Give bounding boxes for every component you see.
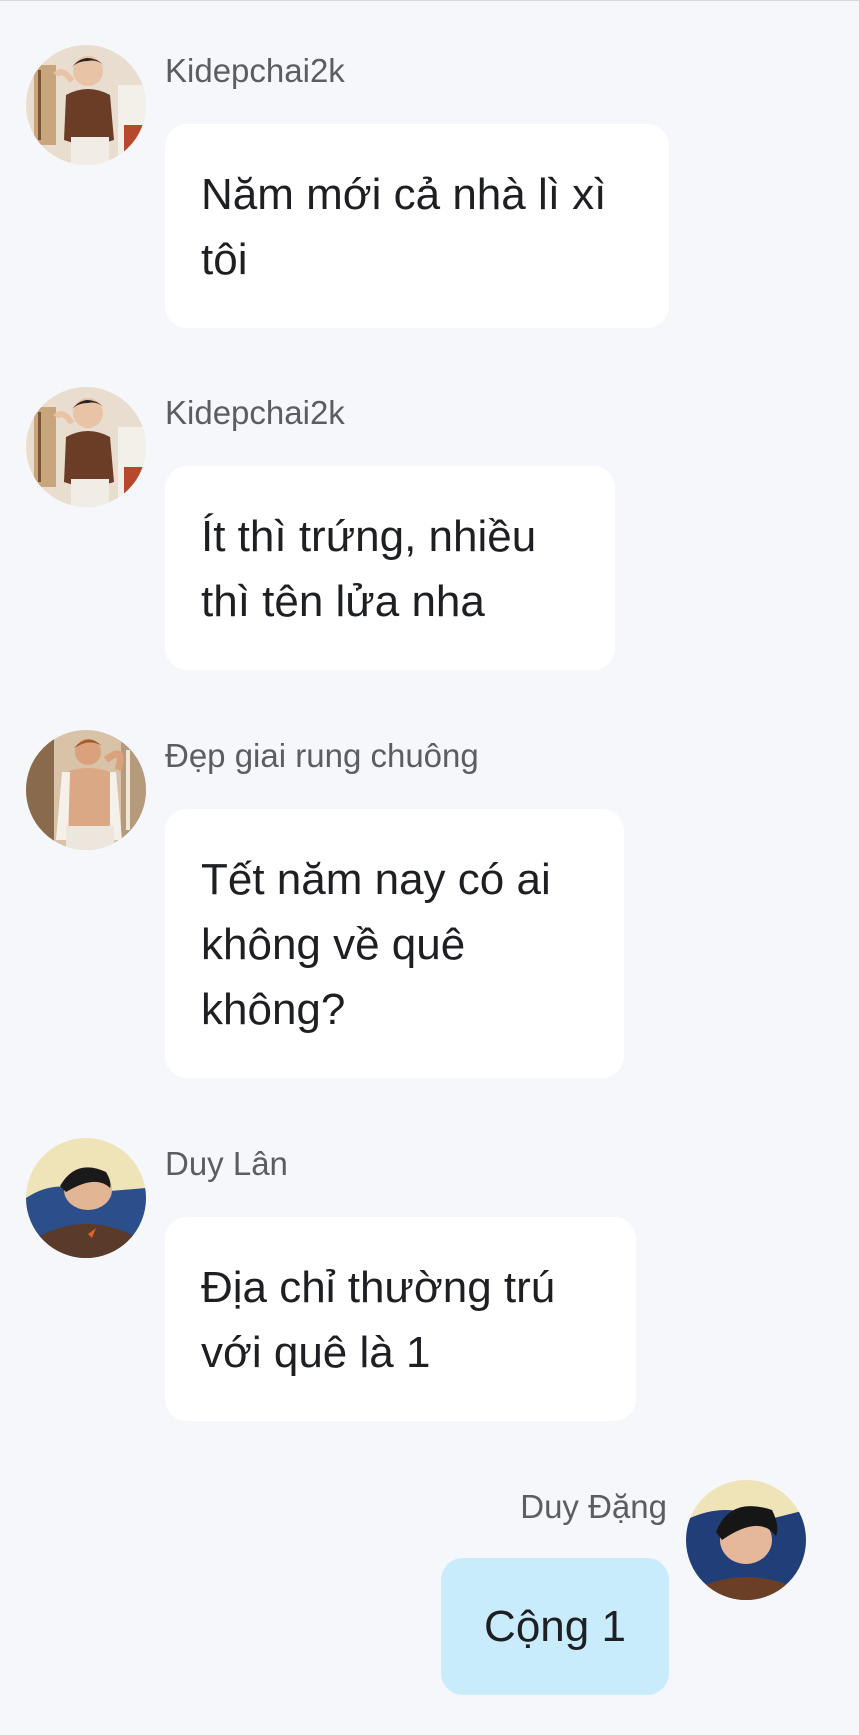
sender-name: Kidepchai2k [165, 52, 345, 89]
duy-lan-avatar[interactable] [26, 1138, 146, 1258]
kidepchai2k-avatar[interactable] [26, 45, 146, 165]
chat-message-list[interactable]: Kidepchai2k Năm mới cả nhà lì xì tôi Kid… [0, 1, 859, 1735]
sender-name: Đẹp giai rung chuông [165, 737, 479, 774]
sender-name: Duy Lân [165, 1145, 288, 1182]
message-bubble[interactable]: Tết năm nay có ai không về quê không? [165, 809, 624, 1078]
message-bubble-outgoing[interactable]: Cộng 1 [441, 1558, 669, 1695]
duy-dang-avatar[interactable] [686, 1480, 806, 1600]
message-bubble[interactable]: Ít thì trứng, nhiều thì tên lửa nha [165, 466, 615, 670]
avatar-image [686, 1480, 806, 1600]
avatar-image [26, 45, 146, 165]
kidepchai2k-avatar[interactable] [26, 387, 146, 507]
avatar-image [26, 1138, 146, 1258]
sender-name: Duy Đặng [520, 1488, 667, 1525]
message-bubble[interactable]: Địa chỉ thường trú với quê là 1 [165, 1217, 636, 1421]
message-bubble[interactable]: Năm mới cả nhà lì xì tôi [165, 124, 669, 328]
sender-name: Kidepchai2k [165, 394, 345, 431]
avatar-image [26, 730, 146, 850]
avatar-image [26, 387, 146, 507]
dep-giai-avatar[interactable] [26, 730, 146, 850]
